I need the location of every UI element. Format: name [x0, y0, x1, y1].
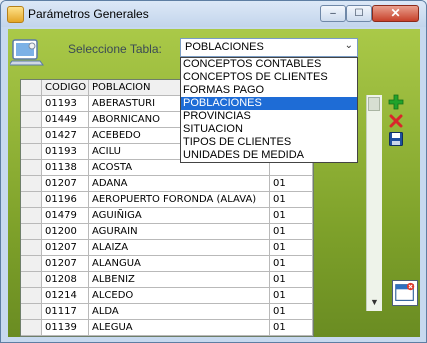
poblacion-cell[interactable]: ALAIZA: [89, 240, 270, 256]
dropdown-option[interactable]: UNIDADES DE MEDIDA: [181, 149, 357, 162]
table-row[interactable]: 01200 AGURAIN 01: [21, 224, 313, 240]
add-record-button[interactable]: [388, 94, 404, 110]
codigo-cell[interactable]: 01449: [42, 112, 89, 128]
extra-cell[interactable]: 01: [270, 288, 313, 304]
row-selector-cell[interactable]: [21, 144, 42, 160]
header-selector-cell: [21, 80, 42, 96]
delete-record-button[interactable]: [388, 113, 404, 129]
table-selector-label: Seleccione Tabla:: [68, 42, 162, 56]
extra-cell[interactable]: 01: [270, 272, 313, 288]
table-row[interactable]: 01117 ALDA 01: [21, 304, 313, 320]
table-row[interactable]: 01139 ALEGUA 01: [21, 320, 313, 336]
app-icon: [7, 6, 24, 23]
row-selector-cell[interactable]: [21, 224, 42, 240]
row-selector-cell[interactable]: [21, 320, 42, 336]
codigo-cell[interactable]: 01208: [42, 272, 89, 288]
codigo-cell[interactable]: 01138: [42, 160, 89, 176]
table-row[interactable]: 01196 AEROPUERTO FORONDA (ALAVA) 01: [21, 192, 313, 208]
dropdown-option[interactable]: CONCEPTOS DE CLIENTES: [181, 71, 357, 84]
poblacion-cell[interactable]: ALCEDO: [89, 288, 270, 304]
codigo-cell[interactable]: 01207: [42, 240, 89, 256]
extra-cell[interactable]: 01: [270, 320, 313, 336]
poblacion-cell[interactable]: ALEGUA: [89, 320, 270, 336]
codigo-cell[interactable]: 01214: [42, 288, 89, 304]
poblacion-cell[interactable]: ADANA: [89, 176, 270, 192]
table-row[interactable]: 01208 ALBENIZ 01: [21, 272, 313, 288]
codigo-cell[interactable]: 01207: [42, 176, 89, 192]
codigo-cell[interactable]: 01139: [42, 320, 89, 336]
window-title: Parámetros Generales: [28, 7, 149, 21]
row-selector-cell[interactable]: [21, 96, 42, 112]
title-bar: Parámetros Generales ‒ ☐ ✕: [1, 1, 426, 27]
close-button[interactable]: ✕: [372, 5, 419, 22]
extra-cell[interactable]: 01: [270, 208, 313, 224]
row-selector-cell[interactable]: [21, 192, 42, 208]
table-row[interactable]: 01207 ALANGUA 01: [21, 256, 313, 272]
minimize-button[interactable]: ‒: [320, 5, 346, 22]
row-selector-cell[interactable]: [21, 288, 42, 304]
table-select[interactable]: POBLACIONES ⌄: [180, 38, 358, 57]
codigo-cell[interactable]: 01427: [42, 128, 89, 144]
row-selector-cell[interactable]: [21, 128, 42, 144]
dropdown-option[interactable]: PROVINCIAS: [181, 110, 357, 123]
row-selector-cell[interactable]: [21, 208, 42, 224]
codigo-cell[interactable]: 01200: [42, 224, 89, 240]
codigo-cell[interactable]: 01479: [42, 208, 89, 224]
poblacion-cell[interactable]: AGUIÑIGA: [89, 208, 270, 224]
extra-cell[interactable]: 01: [270, 224, 313, 240]
row-selector-cell[interactable]: [21, 256, 42, 272]
extra-cell[interactable]: 01: [270, 304, 313, 320]
table-settings-icon: [10, 39, 44, 66]
scroll-thumb[interactable]: [368, 97, 380, 111]
save-button[interactable]: [388, 131, 404, 147]
poblacion-cell[interactable]: ALANGUA: [89, 256, 270, 272]
extra-cell[interactable]: 01: [270, 192, 313, 208]
dropdown-option[interactable]: TIPOS DE CLIENTES: [181, 136, 357, 149]
codigo-cell[interactable]: 01193: [42, 144, 89, 160]
row-selector-cell[interactable]: [21, 112, 42, 128]
grid-scrollbar[interactable]: ▼: [366, 95, 382, 311]
codigo-cell[interactable]: 01207: [42, 256, 89, 272]
row-selector-cell[interactable]: [21, 304, 42, 320]
scroll-down-icon[interactable]: ▼: [367, 297, 382, 310]
window: Parámetros Generales ‒ ☐ ✕ Seleccione Ta…: [0, 0, 427, 343]
table-row[interactable]: 01479 AGUIÑIGA 01: [21, 208, 313, 224]
table-row[interactable]: 01207 ALAIZA 01: [21, 240, 313, 256]
close-form-button[interactable]: [392, 280, 418, 306]
dropdown-option[interactable]: FORMAS PAGO: [181, 84, 357, 97]
form-panel: Seleccione Tabla: POBLACIONES ⌄ CONCEPTO…: [8, 29, 420, 337]
column-header-codigo[interactable]: CODIGO: [42, 80, 89, 96]
extra-cell[interactable]: 01: [270, 240, 313, 256]
codigo-cell[interactable]: 01193: [42, 96, 89, 112]
table-select-value: POBLACIONES: [185, 41, 264, 53]
poblacion-cell[interactable]: AGURAIN: [89, 224, 270, 240]
codigo-cell[interactable]: 01117: [42, 304, 89, 320]
extra-cell[interactable]: 01: [270, 176, 313, 192]
codigo-cell[interactable]: 01196: [42, 192, 89, 208]
row-selector-cell[interactable]: [21, 272, 42, 288]
poblacion-cell[interactable]: AEROPUERTO FORONDA (ALAVA): [89, 192, 270, 208]
extra-cell[interactable]: 01: [270, 256, 313, 272]
row-selector-cell[interactable]: [21, 176, 42, 192]
table-row[interactable]: 01214 ALCEDO 01: [21, 288, 313, 304]
dropdown-option[interactable]: POBLACIONES: [181, 97, 357, 110]
poblacion-cell[interactable]: ALBENIZ: [89, 272, 270, 288]
dropdown-option[interactable]: CONCEPTOS CONTABLES: [181, 58, 357, 71]
table-row[interactable]: 01207 ADANA 01: [21, 176, 313, 192]
poblacion-cell[interactable]: ALDA: [89, 304, 270, 320]
table-dropdown-list: CONCEPTOS CONTABLES CONCEPTOS DE CLIENTES…: [180, 57, 358, 163]
maximize-button[interactable]: ☐: [346, 5, 372, 22]
row-selector-cell[interactable]: [21, 240, 42, 256]
dropdown-option[interactable]: SITUACION: [181, 123, 357, 136]
row-selector-cell[interactable]: [21, 160, 42, 176]
chevron-down-icon[interactable]: ⌄: [345, 40, 353, 51]
